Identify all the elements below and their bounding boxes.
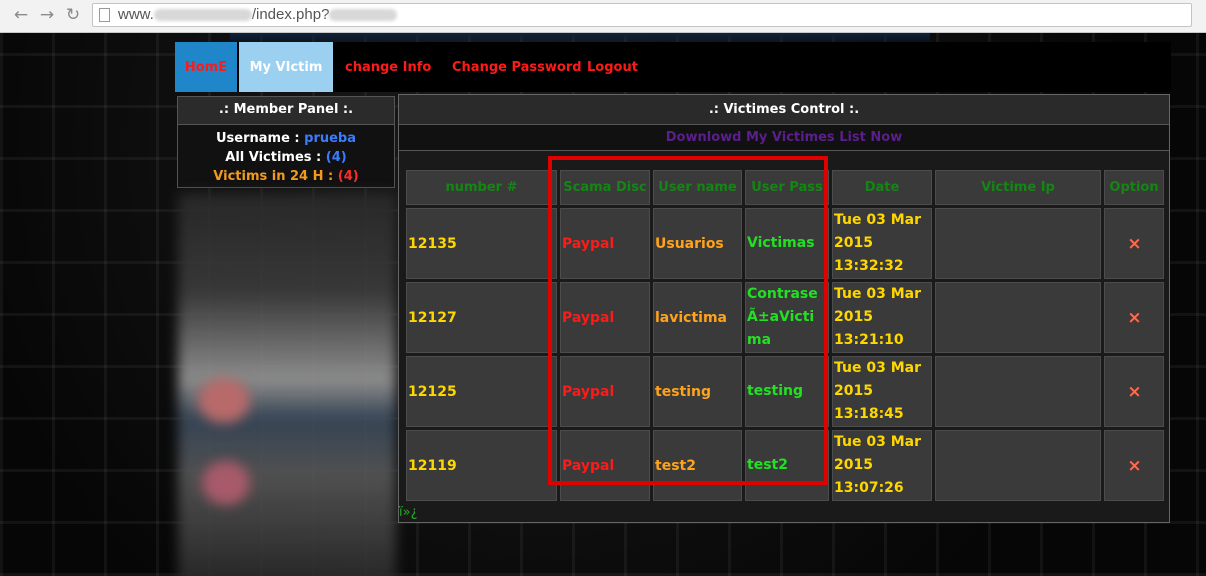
page-icon <box>99 8 110 22</box>
reload-icon[interactable]: ↻ <box>62 4 84 26</box>
url-text: www. /index.php? <box>118 4 398 26</box>
victims-control-title: .: Victimes Control :. <box>399 95 1169 125</box>
forward-arrow-icon[interactable]: → <box>36 4 58 26</box>
member-panel: .: Member Panel :. Username : prueba All… <box>177 96 395 188</box>
delete-icon[interactable]: × <box>1127 456 1141 476</box>
nav-logout[interactable]: Logout <box>587 42 638 92</box>
all-victims-count: (4) <box>325 150 347 165</box>
cell-number: 12125 <box>406 356 557 427</box>
back-arrow-icon[interactable]: ← <box>10 4 32 26</box>
browser-toolbar: ← → ↻ www. /index.php? <box>0 0 1206 33</box>
cell-scam: Paypal <box>560 282 650 353</box>
username-label: Username : <box>215 131 300 146</box>
col-victime-ip: Victime Ip <box>935 170 1101 205</box>
nav-change-info[interactable]: change Info <box>345 42 431 92</box>
delete-icon[interactable]: × <box>1127 308 1141 328</box>
cell-ip <box>935 282 1101 353</box>
cell-scam: Paypal <box>560 430 650 501</box>
delete-icon[interactable]: × <box>1127 234 1141 254</box>
cell-ip <box>935 430 1101 501</box>
redacted-domain <box>153 9 252 22</box>
cell-date: Tue 03 Mar 2015 13:21:10 <box>832 282 932 353</box>
col-number: number # <box>406 170 557 205</box>
redacted-query <box>329 9 398 22</box>
victims-24h-label: Victims in 24 H : <box>213 169 334 184</box>
cell-scam: Paypal <box>560 208 650 279</box>
table-header-row: number # Scama Disc User name User Pass … <box>406 170 1164 205</box>
cell-user: testing <box>653 356 742 427</box>
cell-user: test2 <box>653 430 742 501</box>
col-date: Date <box>832 170 932 205</box>
blurred-blob <box>198 378 250 423</box>
table-row: 12125 Paypal testing testing Tue 03 Mar … <box>406 356 1164 427</box>
col-user-name: User name <box>653 170 742 205</box>
cell-number: 12119 <box>406 430 557 501</box>
cell-date: Tue 03 Mar 2015 13:07:26 <box>832 430 932 501</box>
cell-ip <box>935 208 1101 279</box>
cell-pass: Victimas <box>745 208 829 279</box>
footer-bom-text: ï»¿ <box>399 505 418 520</box>
cell-pass: ContraseÃ±aVictima <box>745 282 829 353</box>
col-user-pass: User Pass <box>745 170 829 205</box>
victims-control-panel: .: Victimes Control :. Downlowd My Victi… <box>398 94 1170 523</box>
all-victims-row: All Victimes : (4) <box>178 148 394 167</box>
cell-option: × <box>1104 282 1164 353</box>
victims-24h-row: Victims in 24 H : (4) <box>178 167 394 186</box>
cell-option: × <box>1104 430 1164 501</box>
col-scam-disc: Scama Disc <box>560 170 650 205</box>
username-value: prueba <box>304 131 357 146</box>
blurred-blob <box>202 461 250 505</box>
cell-pass: test2 <box>745 430 829 501</box>
cell-scam: Paypal <box>560 356 650 427</box>
table-row: 12127 Paypal lavictima ContraseÃ±aVictim… <box>406 282 1164 353</box>
cell-ip <box>935 356 1101 427</box>
nav-my-victim[interactable]: My VIctim <box>239 42 333 92</box>
cell-user: lavictima <box>653 282 742 353</box>
table-row: 12135 Paypal Usuarios Victimas Tue 03 Ma… <box>406 208 1164 279</box>
cell-pass: testing <box>745 356 829 427</box>
url-path: /index.php? <box>251 6 330 23</box>
main-nav: HomE My VIctim change Info Change Passwo… <box>175 42 1171 92</box>
col-option: Option <box>1104 170 1164 205</box>
username-row: Username : prueba <box>178 129 394 148</box>
cell-option: × <box>1104 208 1164 279</box>
download-victims-link[interactable]: Downlowd My Victimes List Now <box>399 125 1169 151</box>
address-bar[interactable]: www. /index.php? <box>92 3 1192 27</box>
page-body: HomE My VIctim change Info Change Passwo… <box>0 33 1206 576</box>
victims-table: number # Scama Disc User name User Pass … <box>403 167 1167 504</box>
cell-option: × <box>1104 356 1164 427</box>
nav-home[interactable]: HomE <box>175 42 237 92</box>
cell-date: Tue 03 Mar 2015 13:32:32 <box>832 208 932 279</box>
url-prefix: www. <box>118 6 154 23</box>
member-panel-title: .: Member Panel :. <box>178 97 394 125</box>
victims-24h-count: (4) <box>337 169 359 184</box>
cell-date: Tue 03 Mar 2015 13:18:45 <box>832 356 932 427</box>
cell-number: 12127 <box>406 282 557 353</box>
nav-change-password[interactable]: Change Password <box>452 42 582 92</box>
table-row: 12119 Paypal test2 test2 Tue 03 Mar 2015… <box>406 430 1164 501</box>
delete-icon[interactable]: × <box>1127 382 1141 402</box>
cell-user: Usuarios <box>653 208 742 279</box>
cell-number: 12135 <box>406 208 557 279</box>
all-victims-label: All Victimes : <box>225 150 322 165</box>
